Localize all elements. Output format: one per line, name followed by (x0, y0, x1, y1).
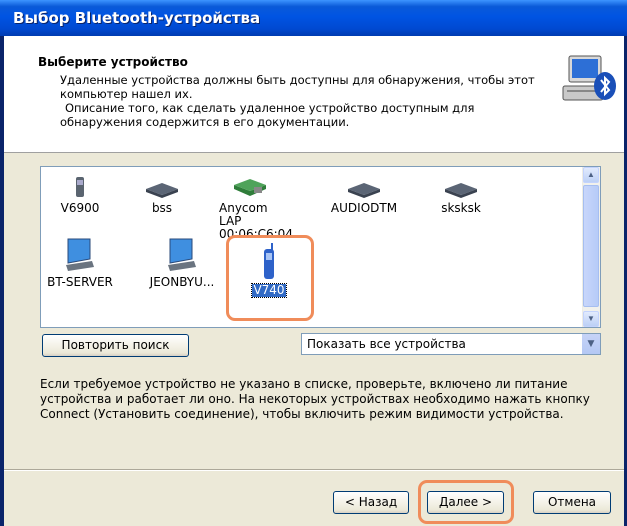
wizard-header: Выберите устройство Удаленные устройства… (4, 36, 624, 153)
device-label: bss (151, 201, 173, 215)
header-title: Выберите устройство (38, 55, 188, 69)
rescan-button[interactable]: Повторить поиск (42, 334, 189, 357)
window-title: Выбор Bluetooth-устройства (13, 9, 261, 27)
device-item[interactable]: V6900 (41, 169, 119, 215)
info-text: Если требуемое устройство не указано в с… (40, 377, 590, 421)
device-list[interactable]: V6900 bss Anycom LAP 00:06:C6:04... AUDI… (40, 166, 601, 328)
bluetooth-computer-icon (559, 50, 619, 110)
scroll-thumb[interactable] (583, 185, 599, 307)
device-label: AUDIODTM (330, 201, 398, 215)
header-description: Удаленные устройства должны быть доступн… (60, 73, 560, 129)
wizard-body: Выберите устройство Удаленные устройства… (4, 36, 624, 526)
header-line-2: Описание того, как сделать удаленное уст… (60, 101, 475, 129)
device-item[interactable]: bss (123, 169, 201, 215)
device-filter-value: Показать все устройства (307, 337, 466, 351)
footer-separator (4, 469, 624, 471)
device-filter-select[interactable]: Показать все устройства ▼ (301, 333, 601, 355)
header-line-1: Удаленные устройства должны быть доступн… (60, 73, 535, 101)
title-bar[interactable]: Выбор Bluetooth-устройства (0, 0, 627, 36)
laptop-icon (123, 169, 201, 199)
device-label: JEONBYU... (149, 275, 215, 289)
device-label: V6900 (60, 201, 100, 215)
device-item[interactable]: BT-SERVER (41, 238, 119, 289)
scroll-up-icon[interactable]: ▲ (583, 167, 599, 183)
laptop-icon (422, 169, 500, 199)
cancel-button[interactable]: Отмена (533, 491, 611, 514)
computer-icon (41, 238, 119, 273)
bluetooth-wizard-window: Выбор Bluetooth-устройства Выберите устр… (0, 0, 627, 526)
back-button[interactable]: < Назад (333, 491, 409, 514)
laptop-icon (325, 169, 403, 199)
device-item[interactable]: sksksk (422, 169, 500, 215)
chevron-down-icon[interactable]: ▼ (581, 334, 600, 354)
next-button-highlight (418, 480, 514, 524)
selected-device-highlight (226, 235, 314, 321)
device-label: BT-SERVER (47, 275, 113, 289)
device-item[interactable]: Anycom LAP 00:06:C6:04... (207, 169, 304, 241)
device-item[interactable]: JEONBYU... (143, 238, 221, 289)
phone-icon (41, 169, 119, 199)
access-point-icon (207, 169, 293, 199)
device-label: sksksk (441, 201, 481, 215)
computer-icon (143, 238, 221, 273)
device-item[interactable]: AUDIODTM (325, 169, 403, 215)
scroll-down-icon[interactable]: ▼ (583, 311, 599, 327)
device-list-scrollbar[interactable]: ▲ ▼ (582, 167, 600, 327)
